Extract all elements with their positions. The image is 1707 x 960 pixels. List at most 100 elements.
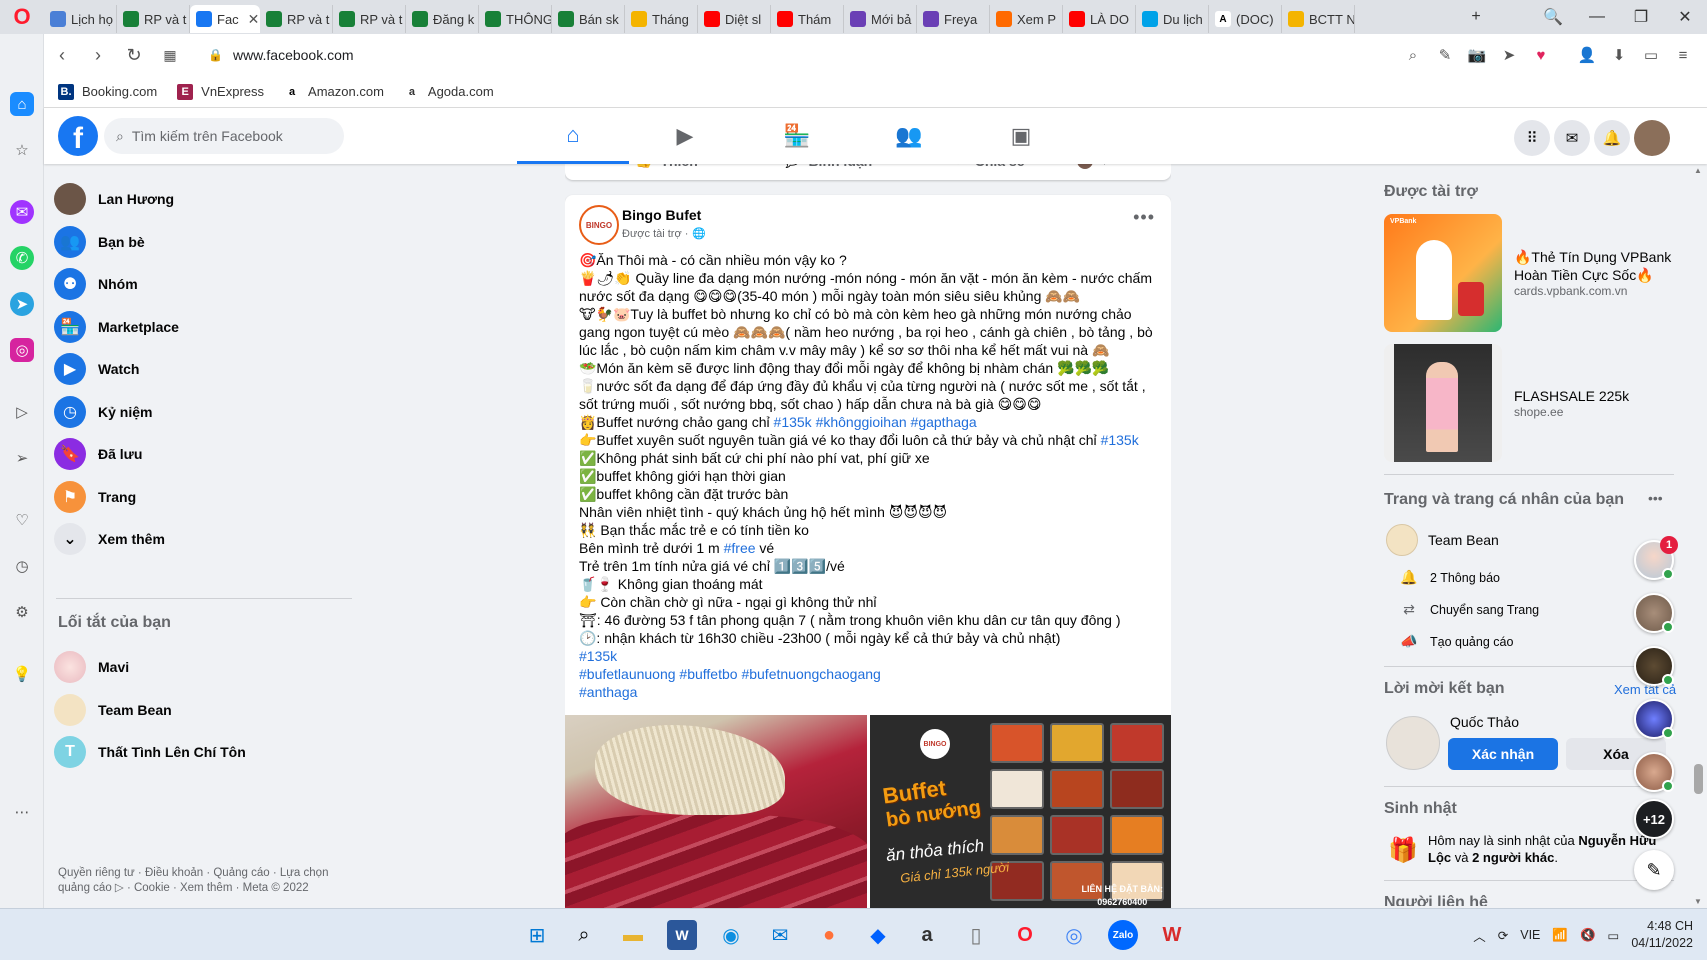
scroll-up-icon[interactable]: ▲	[1694, 166, 1702, 175]
sidebar-item-chevron-down[interactable]: ⌄ Xem thêm	[54, 516, 165, 562]
chat-head-4[interactable]	[1634, 699, 1674, 739]
birthday-text[interactable]: Hôm nay là sinh nhật của Nguyễn Hữu Lộc …	[1428, 832, 1658, 866]
restore-icon[interactable]: ❐	[1619, 0, 1663, 34]
language-indicator[interactable]: VIE	[1520, 928, 1540, 942]
notepad-icon[interactable]: ▯	[961, 920, 991, 950]
account-avatar[interactable]	[1634, 120, 1670, 156]
browser-tab[interactable]: RP và t	[117, 5, 190, 33]
ad-flashsale[interactable]: FLASHSALE 225k shope.ee	[1384, 344, 1674, 462]
chrome-icon[interactable]: ◎	[1059, 920, 1089, 950]
bookmark-item[interactable]: a Agoda.com	[403, 83, 494, 100]
hashtag-link[interactable]: #free	[724, 540, 756, 556]
more-icon[interactable]: ⋯	[10, 800, 34, 824]
browser-tab[interactable]: BCTT N	[1282, 5, 1355, 33]
wifi-icon[interactable]: 📶	[1552, 928, 1568, 943]
sidebar-item-profile[interactable]: Lan Hương	[54, 176, 174, 222]
browser-tab[interactable]: Đăng k	[406, 5, 479, 33]
minimize-icon[interactable]: —	[1575, 0, 1619, 34]
sidebar-item-memories[interactable]: ◷ Kỷ niệm	[54, 389, 152, 435]
profile-icon[interactable]: 👤	[1573, 41, 1601, 69]
chat-head-1[interactable]: 1	[1634, 536, 1678, 580]
browser-tab[interactable]: Lịch họ	[44, 5, 117, 33]
post-author[interactable]: Bingo Bufet	[622, 207, 701, 223]
chat-head-5[interactable]	[1634, 752, 1674, 792]
browser-tab[interactable]: Xem P	[990, 5, 1063, 33]
footer-links[interactable]: Quyền riêng tư · Điều khoản · Quảng cáo …	[58, 866, 338, 896]
friend-name[interactable]: Quốc Thảo	[1450, 714, 1519, 730]
telegram-icon[interactable]: ➤	[10, 292, 34, 316]
page-avatar[interactable]: BINGO	[579, 205, 619, 245]
browser-tab[interactable]: Mới bả	[844, 5, 917, 33]
browser-tab[interactable]: Du lịch	[1136, 5, 1209, 33]
clock[interactable]: 4:48 CH 04/11/2022	[1631, 918, 1693, 952]
file-explorer-icon[interactable]: ▬	[618, 920, 648, 950]
notifications-icon[interactable]: 🔔	[1594, 120, 1630, 156]
create-ad-link[interactable]: 📣 Tạo quảng cáo	[1398, 633, 1513, 650]
hashtag-link[interactable]: #bufetlaunuong #buffetbo #bufetnuongchao…	[579, 666, 881, 682]
post-photo-meat-tray[interactable]	[565, 715, 867, 910]
browser-tab[interactable]: RP và t	[260, 5, 333, 33]
hashtag-link[interactable]: #135k #khônggioihan #gapthaga	[774, 414, 977, 430]
bookmark-item[interactable]: E VnExpress	[177, 83, 264, 100]
history-icon[interactable]: ◷	[10, 554, 34, 578]
wps-icon[interactable]: W	[1157, 920, 1187, 950]
word-icon[interactable]: W	[667, 920, 697, 950]
forward-icon[interactable]: ›	[80, 37, 116, 73]
windows-start-icon[interactable]: ⊞	[522, 920, 552, 950]
shortcut-item[interactable]: Team Bean	[54, 687, 172, 733]
browser-tab[interactable]: Tháng	[625, 5, 698, 33]
facebook-logo-icon[interactable]: f	[58, 116, 98, 156]
home-icon[interactable]: ⌂	[10, 92, 34, 116]
nav-gaming-icon[interactable]: ▣	[965, 108, 1077, 164]
sidebar-item-marketplace[interactable]: 🏪 Marketplace	[54, 304, 179, 350]
shortcut-item[interactable]: T Thất Tình Lên Chí Tôn	[54, 729, 246, 775]
tips-icon[interactable]: 💡	[10, 662, 34, 686]
confirm-friend-button[interactable]: Xác nhận	[1448, 738, 1558, 770]
sidebar-item-groups[interactable]: ⚉ Nhóm	[54, 261, 138, 307]
search-tabs-icon[interactable]: 🔍	[1531, 0, 1575, 34]
whatsapp-icon[interactable]: ✆	[10, 246, 34, 270]
mail-icon[interactable]: ✉	[765, 920, 795, 950]
search-taskbar-icon[interactable]: ⌕	[569, 920, 599, 950]
browser-tab[interactable]: Fac ✕	[190, 5, 260, 33]
browser-tab[interactable]: RP và t	[333, 5, 406, 33]
send-flow-icon[interactable]: ➢	[10, 446, 34, 470]
chat-head-3[interactable]	[1634, 646, 1674, 686]
battery-icon[interactable]: ▭	[1608, 928, 1620, 943]
download-icon[interactable]: ⬇	[1605, 41, 1633, 69]
tab-grid-icon[interactable]: ▦	[152, 37, 188, 73]
bookmark-item[interactable]: B. Booking.com	[58, 83, 157, 100]
nav-groups-icon[interactable]: 👥	[853, 108, 965, 164]
nav-home-icon[interactable]: ⌂	[517, 108, 629, 164]
tray-chevron-icon[interactable]: ︿	[1473, 926, 1486, 945]
page-team-bean[interactable]: Team Bean	[1386, 524, 1499, 556]
browser-tab[interactable]: LÀ DO	[1063, 5, 1136, 33]
switch-to-page-link[interactable]: ⇄ Chuyển sang Trang	[1398, 601, 1539, 618]
url-field[interactable]: 🔒 www.facebook.com	[196, 39, 1296, 71]
menu-grid-icon[interactable]: ⠿	[1514, 120, 1550, 156]
friend-avatar[interactable]	[1386, 716, 1440, 770]
shortcut-item[interactable]: Mavi	[54, 644, 129, 690]
new-tab-button[interactable]: +	[1461, 0, 1491, 34]
browser-tab[interactable]: Diệt sl	[698, 5, 771, 33]
browser-tab[interactable]: A (DOC)	[1209, 5, 1282, 33]
browser-tab[interactable]: Freya	[917, 5, 990, 33]
opera-logo-icon[interactable]: O	[0, 0, 44, 34]
menu-icon[interactable]: ≡	[1669, 41, 1697, 69]
dropbox-icon[interactable]: ◆	[863, 920, 893, 950]
hashtag-link[interactable]: #135k	[579, 648, 617, 664]
star-icon[interactable]: ☆	[10, 138, 34, 162]
snapshot-icon[interactable]: 📷	[1463, 41, 1491, 69]
nav-watch-icon[interactable]: ▶	[629, 108, 741, 164]
reload-icon[interactable]: ↻	[116, 37, 152, 73]
battery-saver-icon[interactable]: ▭	[1637, 41, 1665, 69]
hashtag-link[interactable]: #135k	[1101, 432, 1139, 448]
instagram-icon[interactable]: ◎	[10, 338, 34, 362]
browser-tab[interactable]: Thám	[771, 5, 844, 33]
sponsored-label[interactable]: Được tài trợ ·	[622, 228, 688, 240]
messenger-button-icon[interactable]: ✉	[1554, 120, 1590, 156]
nav-marketplace-icon[interactable]: 🏪	[741, 108, 853, 164]
pages-options-icon[interactable]: •••	[1648, 490, 1663, 506]
messenger-icon[interactable]: ✉	[10, 200, 34, 224]
browser-tab[interactable]: Bán sk	[552, 5, 625, 33]
